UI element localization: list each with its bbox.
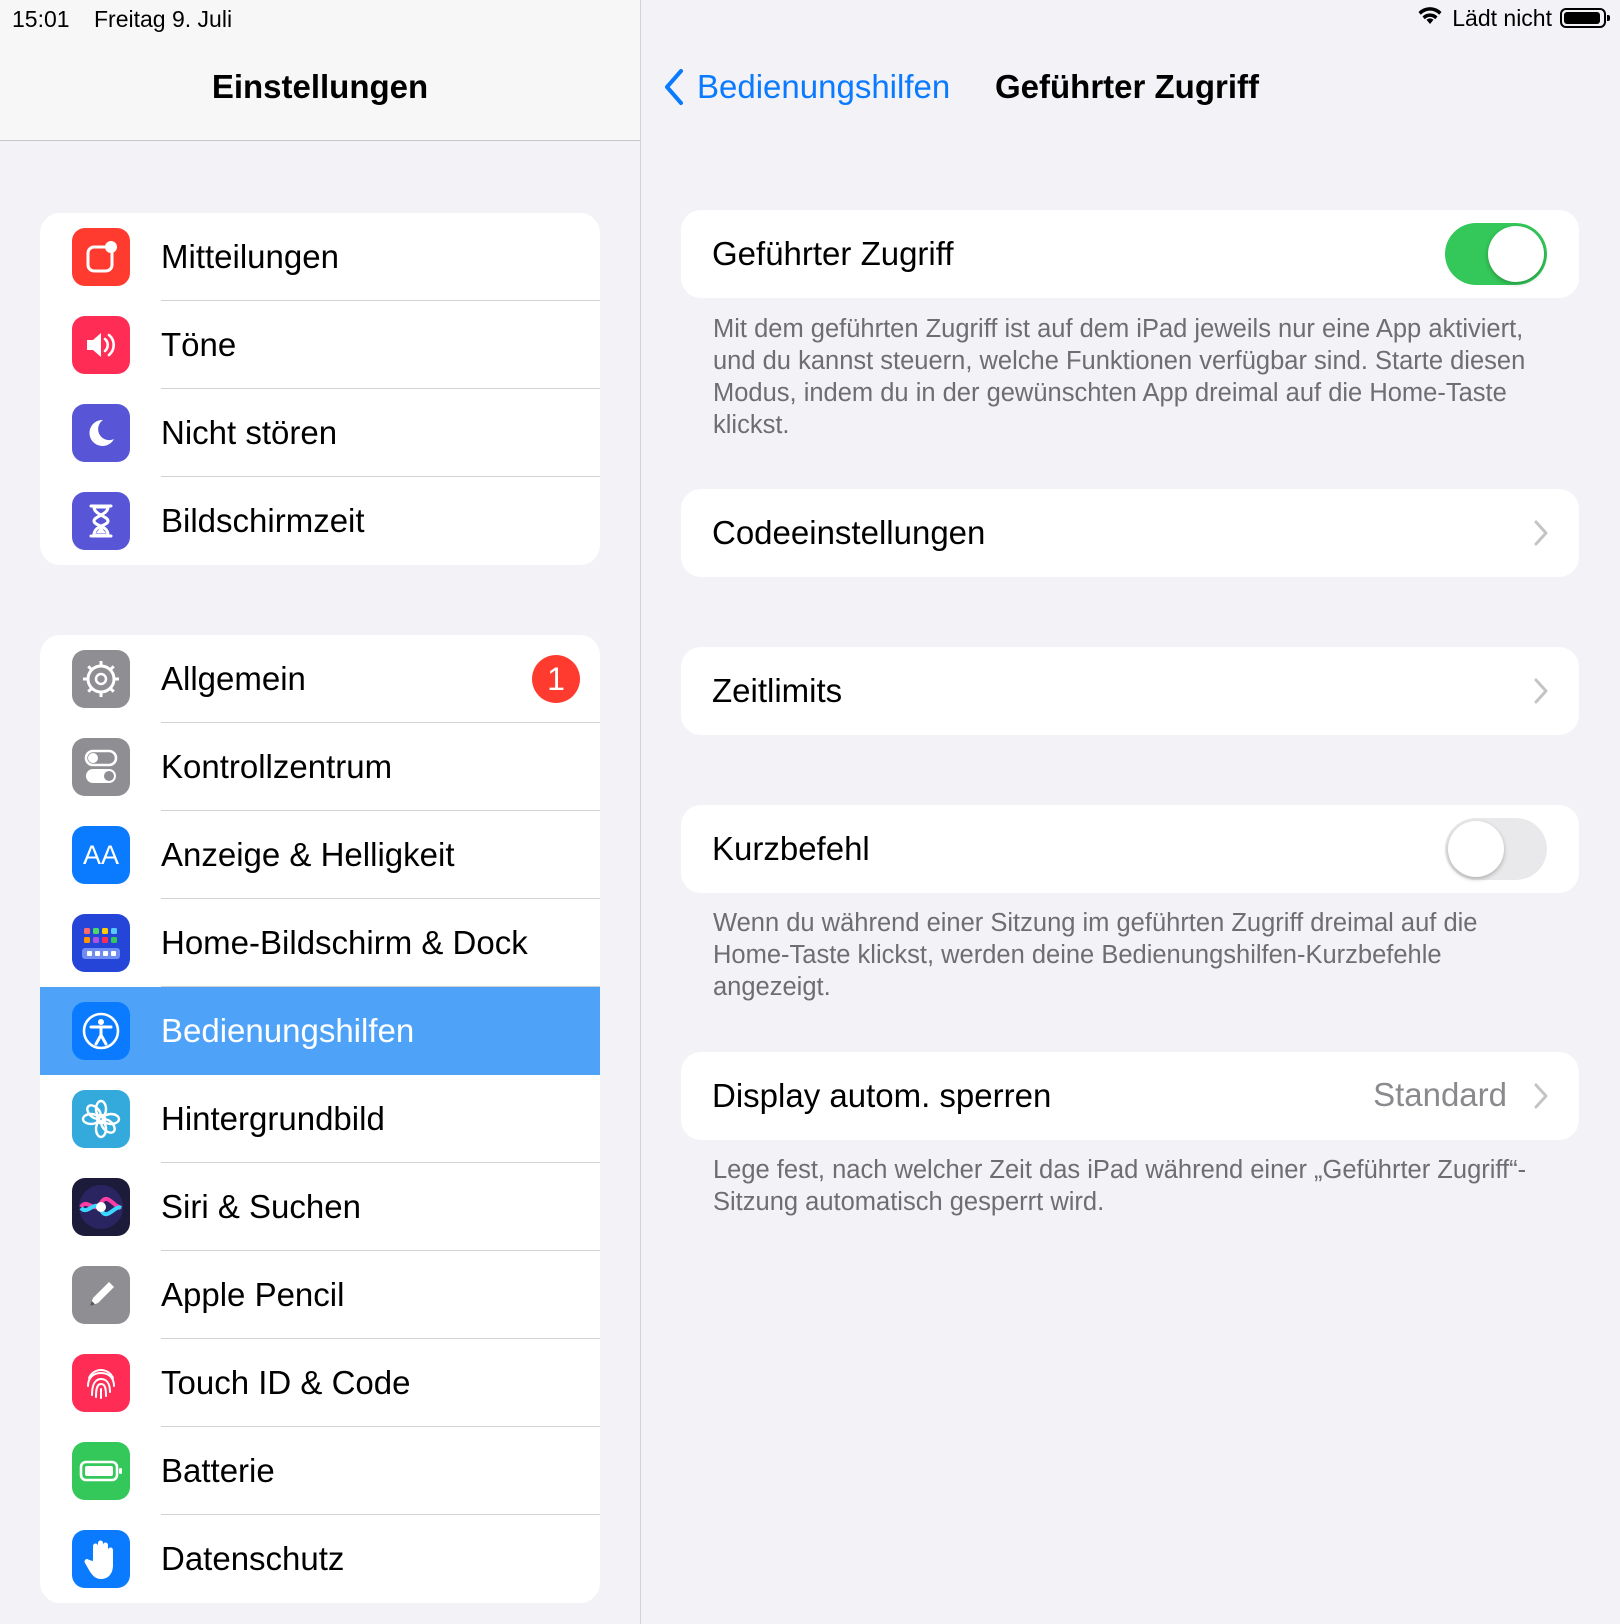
sidebar-item-touch-id[interactable]: Touch ID & Code (40, 1339, 600, 1427)
sidebar-item-label: Siri & Suchen (161, 1188, 361, 1225)
sidebar-item-label: Mitteilungen (161, 238, 339, 275)
status-date: Freitag 9. Juli (94, 6, 233, 32)
sidebar-item-label: Touch ID & Code (161, 1364, 411, 1401)
sidebar-item-batterie[interactable]: Batterie (40, 1427, 600, 1515)
sidebar-item-mitteilungen[interactable]: Mitteilungen (40, 213, 600, 301)
time-limits-label: Zeitlimits (712, 672, 843, 709)
battery-icon (72, 1442, 130, 1500)
auto-lock-label: Display autom. sperren (712, 1077, 1052, 1114)
hand-icon (72, 1530, 130, 1588)
sidebar-item-label: Kontrollzentrum (161, 748, 393, 785)
wifi-icon (1416, 4, 1444, 32)
settings-group-2: Allgemein 1 Kontrollzentrum AA Anzeige &… (40, 635, 600, 1603)
back-button[interactable]: Bedienungshilfen (663, 68, 950, 106)
time-limits-row[interactable]: Zeitlimits (681, 647, 1579, 735)
code-settings-row[interactable]: Codeeinstellungen (681, 489, 1579, 577)
sidebar-item-apple-pencil[interactable]: Apple Pencil (40, 1251, 600, 1339)
charging-status: Lädt nicht (1452, 4, 1552, 31)
sidebar-item-kontrollzentrum[interactable]: Kontrollzentrum (40, 723, 600, 811)
status-bar: 15:01 Freitag 9. Juli Lädt nicht (0, 0, 1620, 40)
status-right: Lädt nicht (1416, 4, 1610, 32)
toggles-icon (72, 738, 130, 796)
sidebar-item-nicht-stoeren[interactable]: Nicht stören (40, 389, 600, 477)
sidebar-item-siri[interactable]: Siri & Suchen (40, 1163, 600, 1251)
back-button-label: Bedienungshilfen (697, 68, 951, 105)
sidebar-item-label: Apple Pencil (161, 1276, 345, 1313)
chevron-right-icon (1534, 1083, 1548, 1109)
notification-badge: 1 (532, 655, 580, 703)
guided-access-label: Geführter Zugriff (712, 235, 954, 272)
fingerprint-icon (72, 1354, 130, 1412)
auto-lock-footer: Lege fest, nach welcher Zeit das iPad wä… (713, 1156, 1527, 1216)
detail-navbar: Bedienungshilfen Geführter Zugriff (641, 40, 1620, 140)
code-settings-label: Codeeinstellungen (712, 514, 986, 551)
auto-lock-row[interactable]: Display autom. sperren Standard (681, 1052, 1579, 1140)
sidebar-item-bedienungshilfen[interactable]: Bedienungshilfen (40, 987, 600, 1075)
shortcut-footer: Wenn du während einer Sitzung im geführt… (713, 909, 1478, 1001)
sidebar-item-label: Nicht stören (161, 414, 338, 451)
sidebar-item-label: Datenschutz (161, 1540, 345, 1577)
sidebar-item-bildschirmzeit[interactable]: Bildschirmzeit (40, 477, 600, 565)
shortcut-row: Kurzbefehl (681, 805, 1579, 893)
sidebar: Einstellungen Mitteilungen Töne Nicht st… (0, 0, 641, 1624)
sidebar-item-label: Allgemein (161, 660, 306, 697)
speaker-icon (72, 316, 130, 374)
page-title: Geführter Zugriff (995, 68, 1259, 105)
sidebar-item-label: Hintergrundbild (161, 1100, 385, 1137)
sidebar-item-allgemein[interactable]: Allgemein 1 (40, 635, 600, 723)
sidebar-item-toene[interactable]: Töne (40, 301, 600, 389)
shortcut-label: Kurzbefehl (712, 830, 870, 867)
guided-access-footer: Mit dem geführten Zugriff ist auf dem iP… (713, 315, 1526, 439)
chevron-right-icon (1534, 678, 1548, 704)
sidebar-item-datenschutz[interactable]: Datenschutz (40, 1515, 600, 1603)
sidebar-item-label: Töne (161, 326, 237, 363)
siri-icon (72, 1178, 130, 1236)
sidebar-item-label: Bildschirmzeit (161, 502, 365, 539)
pencil-icon (72, 1266, 130, 1324)
sidebar-item-label: Anzeige & Helligkeit (161, 836, 455, 873)
flower-icon (72, 1090, 130, 1148)
sidebar-item-label: Batterie (161, 1452, 275, 1489)
shortcut-toggle[interactable] (1445, 818, 1547, 880)
sidebar-item-anzeige-helligkeit[interactable]: AA Anzeige & Helligkeit (40, 811, 600, 899)
status-time: 15:01 (12, 6, 70, 32)
sidebar-item-hintergrundbild[interactable]: Hintergrundbild (40, 1075, 600, 1163)
settings-group-1: Mitteilungen Töne Nicht stören Bildschir… (40, 213, 600, 565)
sidebar-item-label: Home-Bildschirm & Dock (161, 924, 528, 961)
text-size-icon: AA (72, 826, 130, 884)
battery-status-icon (1560, 8, 1610, 28)
sidebar-title: Einstellungen (211, 68, 429, 105)
moon-icon (72, 404, 130, 462)
chevron-right-icon (1534, 520, 1548, 546)
sidebar-item-home-bildschirm[interactable]: Home-Bildschirm & Dock (40, 899, 600, 987)
chevron-left-icon (665, 69, 683, 105)
gear-icon (72, 650, 130, 708)
auto-lock-value: Standard (1373, 1076, 1507, 1113)
guided-access-row: Geführter Zugriff (681, 210, 1579, 298)
hourglass-icon (72, 492, 130, 550)
home-grid-icon (72, 914, 130, 972)
notifications-icon (72, 228, 130, 286)
sidebar-item-label: Bedienungshilfen (161, 1012, 415, 1049)
guided-access-toggle[interactable] (1445, 223, 1547, 285)
accessibility-icon (72, 1002, 130, 1060)
